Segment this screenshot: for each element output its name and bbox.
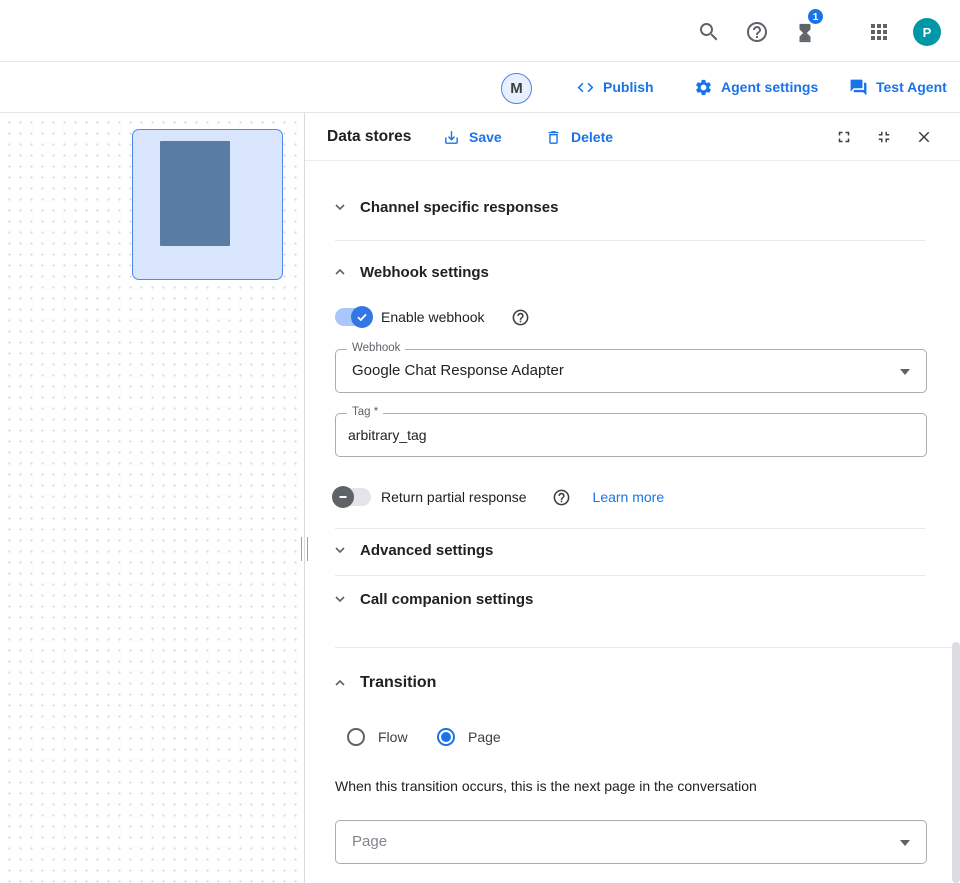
chevron-up-icon bbox=[333, 676, 347, 690]
enable-webhook-label: Enable webhook bbox=[381, 309, 485, 325]
page-select[interactable]: Page bbox=[335, 820, 927, 864]
help-icon[interactable] bbox=[745, 20, 769, 44]
tag-input[interactable]: Tag * arbitrary_tag bbox=[335, 413, 927, 457]
section-title: Webhook settings bbox=[360, 264, 489, 281]
toggle-thumb bbox=[351, 306, 373, 328]
partial-response-toggle[interactable] bbox=[335, 488, 371, 506]
gear-icon bbox=[694, 78, 713, 97]
notification-badge: 1 bbox=[806, 7, 825, 26]
apps-grid-icon[interactable] bbox=[867, 20, 891, 44]
user-avatar[interactable]: P bbox=[913, 18, 941, 46]
top-app-bar: 1 P bbox=[0, 0, 960, 62]
section-title: Call companion settings bbox=[360, 591, 533, 608]
radio-label: Page bbox=[468, 729, 501, 745]
radio-label: Flow bbox=[378, 729, 408, 745]
test-agent-label: Test Agent bbox=[876, 79, 947, 95]
help-icon[interactable] bbox=[511, 308, 530, 327]
divider bbox=[335, 240, 925, 241]
chat-icon bbox=[849, 78, 868, 97]
enable-webhook-toggle[interactable] bbox=[335, 308, 371, 326]
webhook-select[interactable]: Webhook Google Chat Response Adapter bbox=[335, 349, 927, 393]
close-icon[interactable] bbox=[915, 128, 933, 146]
minus-icon bbox=[337, 491, 349, 503]
code-icon bbox=[576, 78, 595, 97]
section-title: Transition bbox=[360, 674, 436, 692]
radio-page[interactable]: Page bbox=[437, 728, 501, 746]
section-call-companion-settings[interactable]: Call companion settings bbox=[333, 584, 533, 614]
flow-node-preview bbox=[160, 141, 230, 246]
save-label: Save bbox=[469, 129, 502, 145]
toggle-thumb bbox=[332, 486, 354, 508]
divider bbox=[335, 575, 925, 576]
exit-fullscreen-icon[interactable] bbox=[875, 128, 893, 146]
app-window: 1 P M Publish Agent settings Test Agent … bbox=[0, 0, 960, 883]
section-divider bbox=[335, 647, 952, 648]
learn-more-link[interactable]: Learn more bbox=[593, 489, 665, 505]
delete-button[interactable]: Delete bbox=[545, 113, 613, 161]
section-title: Advanced settings bbox=[360, 542, 493, 559]
chevron-up-icon bbox=[333, 265, 347, 279]
check-icon bbox=[356, 311, 368, 323]
section-title: Channel specific responses bbox=[360, 199, 558, 216]
dropdown-caret-icon bbox=[900, 840, 910, 846]
save-button[interactable]: Save bbox=[443, 113, 502, 161]
webhook-select-value: Google Chat Response Adapter bbox=[352, 350, 564, 392]
chevron-down-icon bbox=[333, 592, 347, 606]
flow-canvas[interactable] bbox=[0, 113, 304, 883]
transition-helper-text: When this transition occurs, this is the… bbox=[335, 778, 757, 794]
delete-label: Delete bbox=[571, 129, 613, 145]
dropdown-caret-icon bbox=[900, 369, 910, 375]
radio-circle-selected-icon bbox=[437, 728, 455, 746]
tag-input-value: arbitrary_tag bbox=[348, 414, 427, 456]
partial-response-label: Return partial response bbox=[381, 489, 527, 505]
chevron-down-icon bbox=[333, 200, 347, 214]
panel-header: Data stores Save Delete bbox=[305, 113, 960, 161]
panel-title: Data stores bbox=[327, 113, 411, 161]
page-select-placeholder: Page bbox=[352, 821, 387, 863]
flow-node-card[interactable] bbox=[132, 129, 283, 280]
section-advanced-settings[interactable]: Advanced settings bbox=[333, 535, 493, 565]
divider bbox=[335, 528, 925, 529]
agent-toolbar: M Publish Agent settings Test Agent bbox=[0, 62, 960, 113]
agent-settings-label: Agent settings bbox=[721, 79, 818, 95]
trash-icon bbox=[545, 129, 562, 146]
panel-scrollbar[interactable] bbox=[952, 642, 960, 883]
test-agent-button[interactable]: Test Agent bbox=[849, 62, 947, 112]
fullscreen-icon[interactable] bbox=[835, 128, 853, 146]
publish-button[interactable]: Publish bbox=[576, 62, 654, 112]
section-transition[interactable]: Transition bbox=[333, 668, 436, 698]
save-icon bbox=[443, 129, 460, 146]
help-icon[interactable] bbox=[552, 488, 571, 507]
radio-flow[interactable]: Flow bbox=[347, 728, 408, 746]
partial-response-row: Return partial response Learn more bbox=[335, 482, 664, 512]
flow-version-avatar[interactable]: M bbox=[501, 73, 532, 104]
panel-resize-handle[interactable] bbox=[301, 537, 308, 561]
publish-label: Publish bbox=[603, 79, 654, 95]
section-webhook-settings[interactable]: Webhook settings bbox=[333, 257, 489, 287]
radio-circle-icon bbox=[347, 728, 365, 746]
search-icon[interactable] bbox=[697, 20, 721, 44]
section-channel-specific-responses[interactable]: Channel specific responses bbox=[333, 192, 558, 222]
agent-settings-button[interactable]: Agent settings bbox=[694, 62, 818, 112]
data-stores-panel: Data stores Save Delete Channel specific bbox=[304, 113, 960, 883]
enable-webhook-row: Enable webhook bbox=[335, 302, 530, 332]
chevron-down-icon bbox=[333, 543, 347, 557]
